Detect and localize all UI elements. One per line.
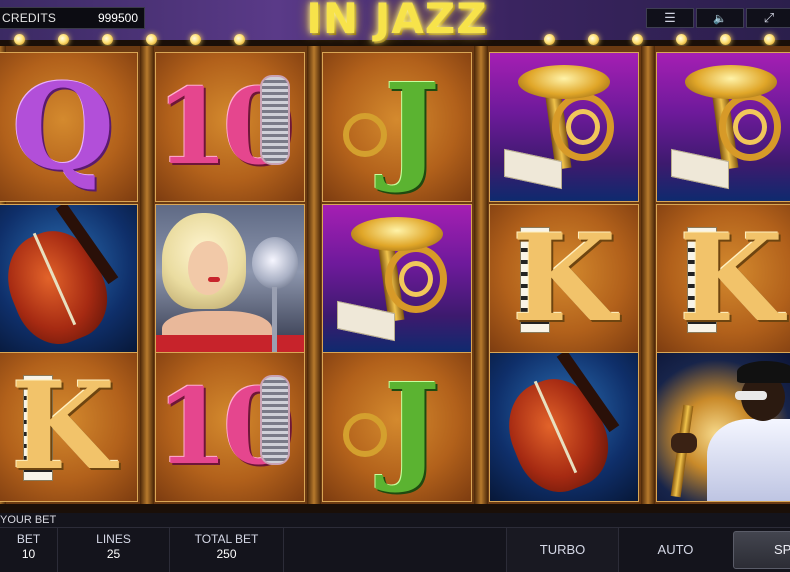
reel-4-row-3-symbol-cello	[489, 352, 639, 502]
turbo-button[interactable]: TURBO	[506, 528, 618, 572]
singer-lips	[208, 277, 220, 282]
marquee-bulb	[632, 34, 643, 45]
reel-separator	[474, 46, 488, 504]
reel-5-row-1-symbol-horn	[656, 52, 790, 202]
menu-button[interactable]: ☰	[646, 8, 694, 28]
french-horn-icon	[351, 217, 443, 251]
lines-value: 25	[106, 547, 121, 561]
reel-separator	[307, 46, 321, 504]
lines-control[interactable]: LINES 25	[58, 528, 170, 572]
total-bet-label: TOTAL BET	[194, 532, 259, 546]
reel-3-row-2-symbol-horn	[322, 204, 472, 354]
reel-5-row-3-symbol-sax-player	[656, 352, 790, 502]
reel-1-row-1-symbol-q: Q	[0, 52, 138, 202]
horn-coil-inner	[733, 109, 767, 145]
credits-label: CREDITS	[2, 11, 57, 25]
symbol-letter: K	[0, 353, 137, 501]
french-horn-icon	[343, 413, 387, 457]
lines-label: LINES	[96, 532, 131, 546]
microphone-stand	[272, 287, 277, 353]
hat-icon	[737, 361, 790, 383]
marquee-bulb	[190, 34, 201, 45]
marquee-bulb	[146, 34, 157, 45]
reel-1-row-2-symbol-cello	[0, 204, 138, 354]
sax-player-hand	[671, 433, 697, 453]
microphone-icon	[260, 375, 290, 465]
marquee-bulb	[102, 34, 113, 45]
reel-4-row-1-symbol-horn	[489, 52, 639, 202]
reel-3-row-3-symbol-j: J	[322, 352, 472, 502]
reels-area: Q K 10 10 J J K K	[0, 46, 790, 504]
auto-label: AUTO	[657, 542, 694, 557]
marquee-bulb	[544, 34, 555, 45]
bet-value: 10	[21, 547, 36, 561]
reel-separator	[140, 46, 154, 504]
symbol-letter: K	[490, 205, 638, 353]
reel-1-row-3-symbol-k: K	[0, 352, 138, 502]
credits-display: CREDITS 999500	[0, 7, 145, 29]
marquee-bulb	[676, 34, 687, 45]
symbol-letter: Q	[11, 57, 115, 196]
horn-coil-inner	[399, 261, 433, 297]
bet-control[interactable]: BET 10	[0, 528, 58, 572]
marquee-lights	[0, 34, 790, 46]
fullscreen-icon: ⤢	[763, 10, 775, 25]
spin-button[interactable]: SPIN	[733, 531, 790, 569]
your-bet-label: YOUR BET	[0, 514, 57, 526]
french-horn-icon	[685, 65, 777, 99]
french-horn-icon	[343, 113, 387, 157]
microphone-icon	[260, 75, 290, 165]
marquee-bulb	[234, 34, 245, 45]
reel-separator	[641, 46, 655, 504]
marquee-bulb	[720, 34, 731, 45]
reel-4-row-2-symbol-k: K	[489, 204, 639, 354]
horn-coil-inner	[566, 109, 600, 145]
marquee-bulb	[764, 34, 775, 45]
cello-icon	[0, 217, 121, 353]
fullscreen-button[interactable]: ⤢	[746, 8, 790, 28]
credits-value: 999500	[97, 11, 138, 25]
reel-2-row-2-symbol-singer	[155, 204, 305, 354]
spin-label: SPIN	[774, 542, 790, 557]
reel-3-row-1-symbol-j: J	[322, 52, 472, 202]
sax-player-shirt	[707, 419, 790, 501]
glasses-icon	[735, 391, 767, 400]
auto-button[interactable]: AUTO	[618, 528, 732, 572]
total-bet-value: 250	[216, 547, 237, 561]
microphone-icon	[252, 237, 298, 289]
marquee-bulb	[588, 34, 599, 45]
bet-label: BET	[16, 532, 41, 546]
turbo-label: TURBO	[539, 542, 586, 557]
reel-2-row-3-symbol-10: 10	[155, 352, 305, 502]
bottom-bar: YOUR BET BET 10 LINES 25 TOTAL BET 250 T…	[0, 513, 790, 572]
sound-button[interactable]: 🔈	[696, 8, 744, 28]
reel-2-row-1-symbol-10: 10	[155, 52, 305, 202]
french-horn-icon	[518, 65, 610, 99]
reel-5-row-2-symbol-k: K	[656, 204, 790, 354]
speaker-icon: 🔈	[713, 13, 727, 25]
total-bet-display: TOTAL BET 250	[170, 528, 284, 572]
marquee-bulb	[58, 34, 69, 45]
marquee-bulb	[14, 34, 25, 45]
singer-face	[188, 241, 228, 295]
symbol-letter: K	[657, 205, 790, 353]
menu-icon: ☰	[664, 10, 676, 25]
